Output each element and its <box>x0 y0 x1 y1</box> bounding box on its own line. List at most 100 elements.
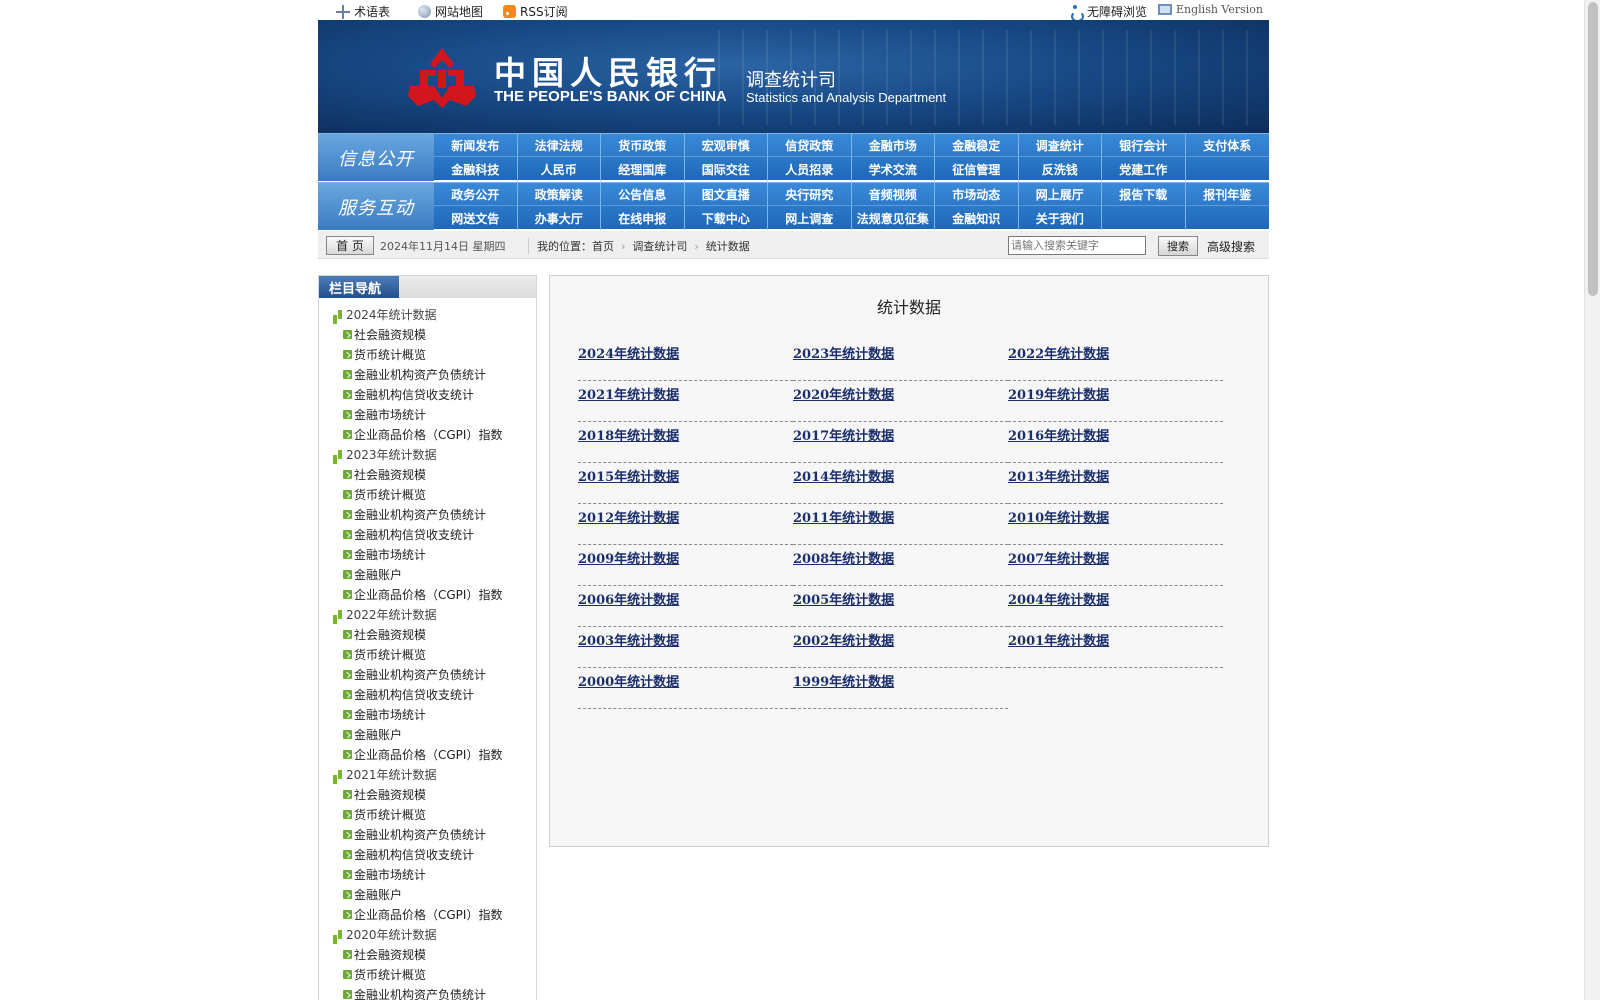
tree-item[interactable]: 金融市场统计 <box>319 544 536 564</box>
nav-item[interactable]: 法规意见征集 <box>852 206 935 230</box>
year-link[interactable]: 2002年统计数据 <box>793 630 894 649</box>
nav-item[interactable]: 金融知识 <box>935 206 1019 230</box>
nav-item[interactable]: 支付体系 <box>1185 134 1269 157</box>
nav-item[interactable]: 央行研究 <box>768 183 852 206</box>
nav-item[interactable]: 办事大厅 <box>518 206 601 230</box>
tree-item[interactable]: 货币统计概览 <box>319 344 536 364</box>
tree-item[interactable]: 金融机构信贷收支统计 <box>319 524 536 544</box>
year-link[interactable]: 2023年统计数据 <box>793 343 894 362</box>
breadcrumb-home[interactable]: 首页 <box>592 238 614 254</box>
tree-item[interactable]: 金融市场统计 <box>319 704 536 724</box>
nav-item[interactable]: 报刊年鉴 <box>1185 183 1269 206</box>
year-link[interactable]: 2020年统计数据 <box>793 384 894 403</box>
tree-item[interactable]: 金融机构信贷收支统计 <box>319 684 536 704</box>
tree-item[interactable]: 金融账户 <box>319 564 536 584</box>
year-link[interactable]: 2018年统计数据 <box>578 425 679 444</box>
year-link[interactable]: 2008年统计数据 <box>793 548 894 567</box>
nav-item[interactable]: 征信管理 <box>935 157 1019 181</box>
year-link[interactable]: 2003年统计数据 <box>578 630 679 649</box>
tree-year-node[interactable]: 2020年统计数据 <box>319 924 536 944</box>
tree-item[interactable]: 金融账户 <box>319 884 536 904</box>
glossary-link[interactable]: 术语表 <box>336 3 390 20</box>
breadcrumb-department[interactable]: 调查统计司 <box>632 238 687 254</box>
tree-item[interactable]: 金融市场统计 <box>319 864 536 884</box>
tree-item[interactable]: 社会融资规模 <box>319 944 536 964</box>
tree-item[interactable]: 金融账户 <box>319 724 536 744</box>
year-link[interactable]: 2000年统计数据 <box>578 671 679 690</box>
search-input[interactable] <box>1008 236 1146 255</box>
nav-item[interactable]: 国际交往 <box>685 157 768 181</box>
nav-item[interactable]: 金融稳定 <box>935 134 1019 157</box>
nav-item[interactable]: 金融科技 <box>434 157 518 181</box>
home-button[interactable]: 首 页 <box>326 236 374 255</box>
nav-item[interactable]: 在线申报 <box>601 206 685 230</box>
tree-item[interactable]: 金融机构信贷收支统计 <box>319 384 536 404</box>
tree-item[interactable]: 金融业机构资产负债统计 <box>319 504 536 524</box>
nav-item[interactable]: 政务公开 <box>434 183 518 206</box>
nav-item[interactable]: 公告信息 <box>601 183 685 206</box>
nav-item[interactable]: 报告下载 <box>1102 183 1186 206</box>
year-link[interactable]: 2012年统计数据 <box>578 507 679 526</box>
tree-item[interactable]: 金融业机构资产负债统计 <box>319 824 536 844</box>
nav-item[interactable]: 学术交流 <box>852 157 935 181</box>
nav-item[interactable]: 人员招录 <box>768 157 852 181</box>
year-link[interactable]: 2022年统计数据 <box>1008 343 1109 362</box>
nav-item[interactable]: 图文直播 <box>684 183 768 206</box>
tree-item[interactable]: 企业商品价格（CGPI）指数 <box>319 424 536 444</box>
tree-item[interactable]: 金融业机构资产负债统计 <box>319 364 536 384</box>
tree-item[interactable]: 社会融资规模 <box>319 784 536 804</box>
scrollbar-thumb[interactable] <box>1588 2 1598 296</box>
tree-item[interactable]: 金融业机构资产负债统计 <box>319 984 536 1000</box>
year-link[interactable]: 2021年统计数据 <box>578 384 679 403</box>
year-link[interactable]: 2017年统计数据 <box>793 425 894 444</box>
year-link[interactable]: 2014年统计数据 <box>793 466 894 485</box>
nav-item[interactable]: 下载中心 <box>685 206 768 230</box>
nav-item[interactable]: 网送文告 <box>434 206 518 230</box>
tree-year-node[interactable]: 2022年统计数据 <box>319 604 536 624</box>
accessible-browsing-link[interactable]: 无障碍浏览 <box>1070 3 1147 22</box>
nav-item[interactable]: 政策解读 <box>517 183 601 206</box>
year-link[interactable]: 2005年统计数据 <box>793 589 894 608</box>
tree-item[interactable]: 企业商品价格（CGPI）指数 <box>319 904 536 924</box>
nav-item[interactable]: 信贷政策 <box>768 134 852 157</box>
nav-item[interactable]: 金融市场 <box>851 134 935 157</box>
tree-item[interactable]: 金融市场统计 <box>319 404 536 424</box>
year-link[interactable]: 2016年统计数据 <box>1008 425 1109 444</box>
tree-item[interactable]: 货币统计概览 <box>319 964 536 984</box>
tree-year-node[interactable]: 2021年统计数据 <box>319 764 536 784</box>
year-link[interactable]: 2009年统计数据 <box>578 548 679 567</box>
tree-item[interactable]: 企业商品价格（CGPI）指数 <box>319 584 536 604</box>
tree-item[interactable]: 货币统计概览 <box>319 484 536 504</box>
year-link[interactable]: 2019年统计数据 <box>1008 384 1109 403</box>
nav-item[interactable]: 法律法规 <box>517 134 601 157</box>
nav-item[interactable]: 银行会计 <box>1102 134 1186 157</box>
nav-item[interactable]: 网上调查 <box>768 206 852 230</box>
tree-item[interactable]: 金融业机构资产负债统计 <box>319 664 536 684</box>
year-link[interactable]: 2013年统计数据 <box>1008 466 1109 485</box>
tree-item[interactable]: 社会融资规模 <box>319 624 536 644</box>
tree-item[interactable]: 货币统计概览 <box>319 644 536 664</box>
tree-item[interactable]: 金融机构信贷收支统计 <box>319 844 536 864</box>
year-link[interactable]: 2015年统计数据 <box>578 466 679 485</box>
year-link[interactable]: 1999年统计数据 <box>793 671 894 690</box>
year-link[interactable]: 2007年统计数据 <box>1008 548 1109 567</box>
nav-item[interactable]: 宏观审慎 <box>684 134 768 157</box>
year-link[interactable]: 2010年统计数据 <box>1008 507 1109 526</box>
nav-item[interactable]: 货币政策 <box>601 134 685 157</box>
nav-item[interactable]: 反洗钱 <box>1019 157 1102 181</box>
tree-item[interactable]: 货币统计概览 <box>319 804 536 824</box>
nav-item[interactable]: 市场动态 <box>935 183 1019 206</box>
nav-item[interactable]: 新闻发布 <box>434 134 518 157</box>
year-link[interactable]: 2004年统计数据 <box>1008 589 1109 608</box>
year-link[interactable]: 2011年统计数据 <box>793 507 894 526</box>
nav-item[interactable]: 网上展厅 <box>1018 183 1102 206</box>
scrollbar[interactable] <box>1584 0 1600 1000</box>
tree-item[interactable]: 社会融资规模 <box>319 324 536 344</box>
sitemap-link[interactable]: 网站地图 <box>418 3 483 20</box>
nav-item[interactable]: 经理国库 <box>601 157 685 181</box>
nav-item[interactable]: 关于我们 <box>1019 206 1102 230</box>
year-link[interactable]: 2006年统计数据 <box>578 589 679 608</box>
english-version-link[interactable]: English Version <box>1158 3 1263 16</box>
rss-link[interactable]: RSS订阅 <box>503 3 568 20</box>
tree-year-node[interactable]: 2024年统计数据 <box>319 304 536 324</box>
